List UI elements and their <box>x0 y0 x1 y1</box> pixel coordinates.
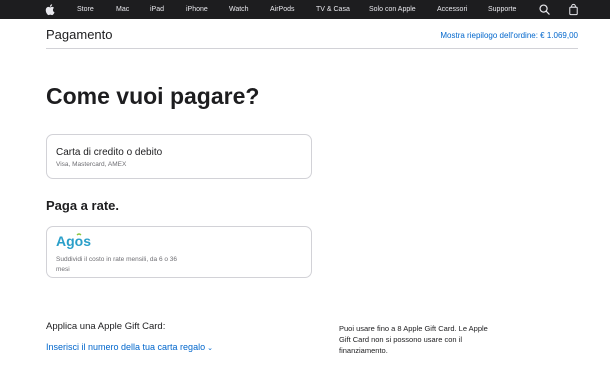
credit-card-option-subtitle: Visa, Mastercard, AMEX <box>56 161 127 168</box>
agos-option-description: Suddividi il costo in rate mensili, da 6… <box>56 256 178 273</box>
page-section-title: Pagamento <box>46 27 113 42</box>
nav-item-mac[interactable]: Mac <box>116 0 129 19</box>
nav-item-watch[interactable]: Watch <box>229 0 249 19</box>
nav-item-airpods[interactable]: AirPods <box>270 0 295 19</box>
apple-logo-icon[interactable] <box>44 3 57 16</box>
checkout-subheader: Pagamento Mostra riepilogo dell'ordine: … <box>46 19 578 49</box>
credit-card-option[interactable]: Carta di credito o debito Visa, Masterca… <box>46 134 312 179</box>
gift-card-input-link[interactable]: Inserisci il numero della tua carta rega… <box>46 342 213 352</box>
gift-card-info-text: Puoi usare fino a 8 Apple Gift Card. Le … <box>339 324 488 355</box>
global-nav: Store Mac iPad iPhone Watch AirPods TV &… <box>0 0 610 19</box>
nav-item-supporte[interactable]: Supporte <box>488 0 516 19</box>
nav-item-accessori[interactable]: Accessori <box>437 0 467 19</box>
gift-card-label: Applica una Apple Gift Card: <box>46 321 166 332</box>
credit-card-option-title: Carta di credito o debito <box>56 147 163 158</box>
agos-logo: Agos <box>56 233 96 249</box>
nav-item-tv-casa[interactable]: TV & Casa <box>316 0 350 19</box>
page-title: Come vuoi pagare? <box>46 83 260 109</box>
nav-item-ipad[interactable]: iPad <box>150 0 164 19</box>
shopping-bag-icon[interactable] <box>567 3 580 16</box>
agos-logo-text: Agos <box>56 233 91 249</box>
search-icon[interactable] <box>538 3 551 16</box>
installments-heading: Paga a rate. <box>46 198 119 213</box>
gift-card-link-text: Inserisci il numero della tua carta rega… <box>46 342 206 352</box>
agos-installments-option[interactable]: Agos Suddividi il costo in rate mensili,… <box>46 226 312 278</box>
nav-item-iphone[interactable]: iPhone <box>186 0 208 19</box>
nav-item-store[interactable]: Store <box>77 0 94 19</box>
nav-item-solo-con-apple[interactable]: Solo con Apple <box>369 0 416 19</box>
order-summary-link[interactable]: Mostra riepilogo dell'ordine: € 1.069,00 <box>440 31 578 40</box>
chevron-down-icon: ⌄ <box>207 345 213 352</box>
